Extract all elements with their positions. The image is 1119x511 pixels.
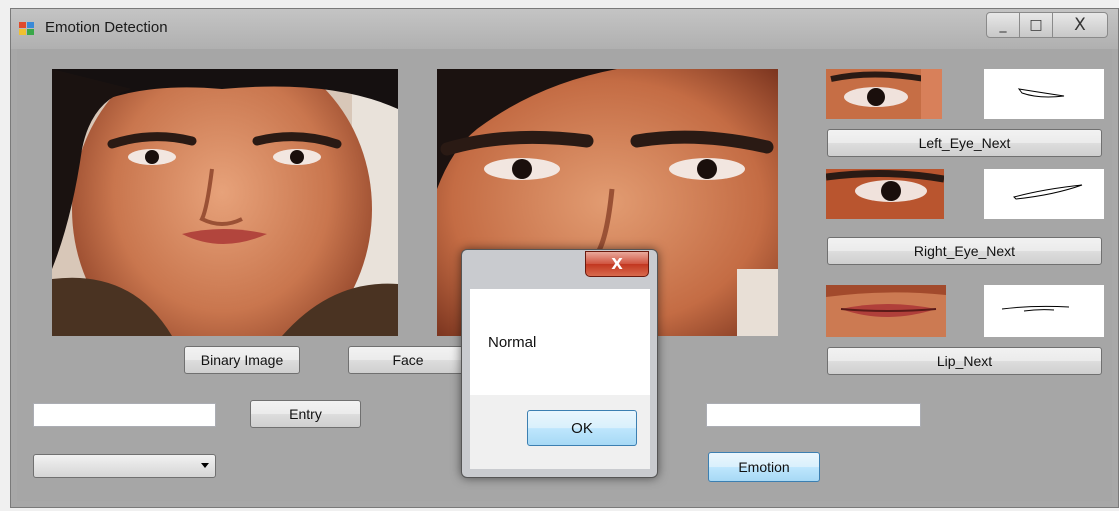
face-button[interactable]: Face [348,346,468,374]
title-bar[interactable]: Emotion Detection _ □ X [11,9,1118,49]
minimize-icon[interactable]: _ [987,13,1020,37]
lip-contour-picture [984,285,1104,337]
binary-image-picture [52,69,398,336]
maximize-icon[interactable]: □ [1020,13,1053,37]
caption-buttons: _ □ X [986,12,1108,38]
left-eye-picture [826,69,942,119]
right-eye-picture [826,169,944,219]
emotion-textbox[interactable] [706,403,921,427]
dialog-body: Normal [470,289,650,395]
dialog-footer: OK [470,395,650,469]
selection-combobox[interactable] [33,454,216,478]
lip-next-button[interactable]: Lip_Next [827,347,1102,375]
lip-picture [826,285,946,337]
right-eye-next-button[interactable]: Right_Eye_Next [827,237,1102,265]
left-eye-contour-picture [984,69,1104,119]
dialog-close-button[interactable]: X [585,251,649,277]
dropdown-arrow-icon[interactable] [201,463,209,468]
message-dialog: X Normal OK [461,249,658,478]
app-icon [19,22,34,35]
dialog-ok-button[interactable]: OK [527,410,637,446]
binary-image-button[interactable]: Binary Image [184,346,300,374]
window-title: Emotion Detection [45,19,168,36]
entry-textbox[interactable] [33,403,216,427]
entry-button[interactable]: Entry [250,400,361,428]
close-icon[interactable]: X [1053,13,1107,37]
emotion-button[interactable]: Emotion [708,452,820,482]
right-eye-contour-picture [984,169,1104,219]
dialog-message: Normal [488,334,537,351]
left-eye-next-button[interactable]: Left_Eye_Next [827,129,1102,157]
